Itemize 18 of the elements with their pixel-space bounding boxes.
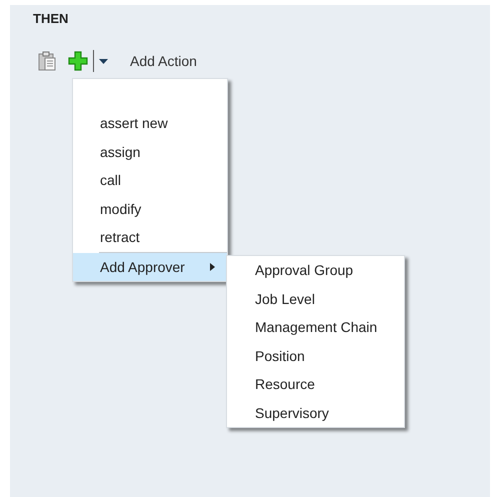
menu-item[interactable]: Approval Group xyxy=(227,256,404,284)
menu-item[interactable]: Supervisory xyxy=(227,398,404,427)
caret-icon[interactable] xyxy=(99,58,108,64)
menu-item[interactable]: Add Approver xyxy=(73,252,227,281)
add-action-label[interactable]: Add Action xyxy=(130,53,197,69)
menu-item[interactable]: assign xyxy=(73,138,227,166)
clipboard-icon[interactable] xyxy=(38,51,56,71)
menu-item[interactable]: Position xyxy=(227,342,404,370)
menu-item[interactable]: call xyxy=(73,166,227,194)
plus-icon[interactable] xyxy=(68,51,88,71)
menu-item[interactable]: Job Level xyxy=(227,284,404,313)
menu-item[interactable]: assert new xyxy=(73,109,227,138)
menu-item[interactable]: retract xyxy=(73,223,227,252)
menu-item[interactable]: Management Chain xyxy=(227,313,404,342)
menu-item[interactable]: Resource xyxy=(227,370,404,398)
menu-item[interactable]: modify xyxy=(73,194,227,223)
section-title: THEN xyxy=(33,11,68,26)
submenu-arrow-icon xyxy=(210,262,215,271)
